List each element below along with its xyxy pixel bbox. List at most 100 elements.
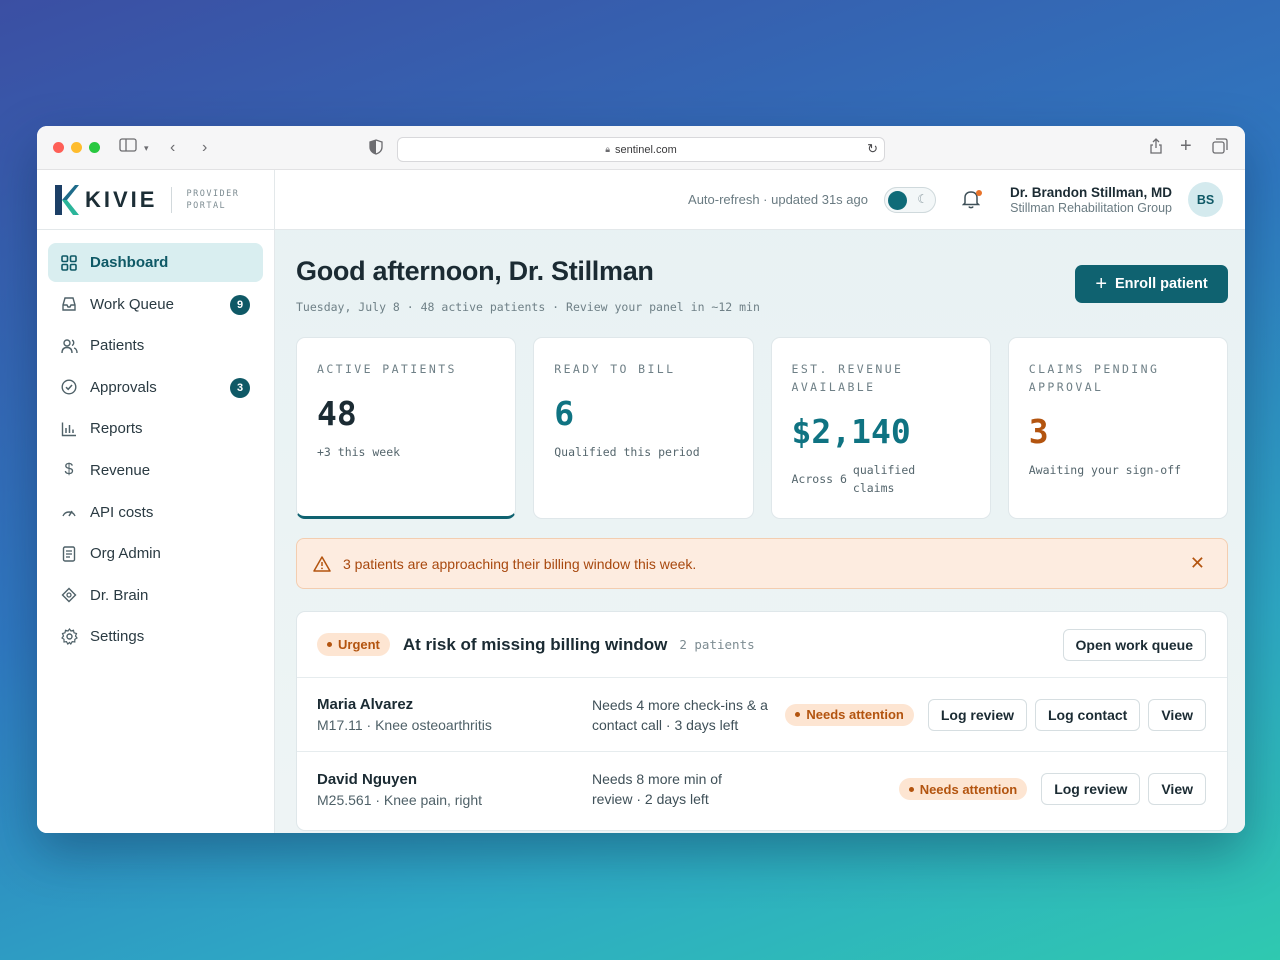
patient-name[interactable]: Maria Alvarez [317,696,492,713]
user-organization: Stillman Rehabilitation Group [1010,200,1172,215]
share-icon[interactable] [1149,138,1163,160]
sidebar-nav: Dashboard Work Queue 9 Patients Approval… [37,230,274,672]
log-review-button[interactable]: Log review [927,698,1027,731]
tabs-overview-icon[interactable] [1212,138,1228,160]
log-contact-button[interactable]: Log contact [1035,698,1141,731]
stat-note: Across 6 qualified claims [792,461,970,497]
toggle-knob [887,190,907,210]
stat-card-active-patients[interactable]: ACTIVE PATIENTS 48 +3 this week [296,337,517,519]
sidebar-item-api-costs[interactable]: API costs [48,493,263,532]
brand-header[interactable]: KIVIE PROVIDER PORTAL [37,170,274,230]
user-name: Dr. Brandon Stillman, MD [1009,184,1172,200]
log-review-button[interactable]: Log review [1041,773,1141,805]
stat-label: ACTIVE PATIENTS [317,362,457,376]
gauge-icon [60,503,78,521]
patient-name[interactable]: David Nguyen [317,771,482,788]
close-icon[interactable]: ✕ [1190,553,1205,574]
chevron-down-icon[interactable]: ▾ [144,138,149,158]
auto-refresh-status: Auto-refresh · updated 31s ago [688,192,868,207]
urgent-badge: Urgent [317,633,390,656]
inbox-icon [60,295,78,313]
stat-card-ready-to-bill[interactable]: READY TO BILL 6 Qualified this period [533,337,754,519]
sidebar-item-label: Approvals [90,378,157,396]
sidebar-item-dr-brain[interactable]: Dr. Brain [48,576,263,615]
stat-note-prefix: Across 6 [791,472,847,486]
brand-subtitle-line2: PORTAL [186,200,227,211]
sidebar-item-reports[interactable]: Reports [48,409,263,448]
shield-icon[interactable] [369,139,383,155]
stat-card-est-revenue[interactable]: EST. REVENUE AVAILABLE $2,140 Across 6 q… [770,337,991,519]
stat-label: READY TO BILL [554,362,676,376]
stat-value: $2,140 [791,412,911,451]
diamond-icon [60,586,78,604]
reload-icon[interactable]: ↻ [867,141,878,157]
at-risk-panel: Urgent At risk of missing billing window… [296,611,1228,831]
sidebar-item-settings[interactable]: Settings [48,617,263,656]
avatar[interactable]: BS [1188,182,1223,217]
sidebar-item-org-admin[interactable]: Org Admin [48,534,263,573]
browser-toolbar: ▾ ‹ › 🔒︎ sentinel.com ↻ + [37,126,1245,170]
minimize-window-button[interactable] [71,142,82,153]
back-icon[interactable]: ‹ [170,138,175,158]
url-text: sentinel.com [615,143,677,156]
document-icon [60,545,78,563]
table-row: David Nguyen M25.561 · Knee pain, right … [297,752,1227,826]
address-bar[interactable]: 🔒︎ sentinel.com ↻ [397,137,885,162]
theme-toggle[interactable]: ☾ [883,186,936,213]
alert-text: 3 patients are approaching their billing… [343,555,697,572]
row-actions: Needs attention Log review Log contact V… [785,698,1206,731]
row-actions: Needs attention Log review View [898,773,1206,805]
sidebar-item-label: Dr. Brain [90,586,149,604]
warning-icon [313,555,331,572]
billing-window-alert: 3 patients are approaching their billing… [296,538,1228,589]
page-title: Good afternoon, Dr. Stillman [296,256,654,286]
sidebar-toggle-icon[interactable] [119,138,137,158]
notifications-button[interactable] [961,189,982,211]
window-controls [53,142,100,153]
maximize-window-button[interactable] [89,142,100,153]
sidebar-item-work-queue[interactable]: Work Queue 9 [48,285,263,324]
urgent-badge-label: Urgent [338,637,380,652]
panel-header: Urgent At risk of missing billing window… [297,612,1227,678]
bar-chart-icon [60,420,78,438]
status-badge: Needs attention [785,703,914,726]
new-tab-icon[interactable]: + [1180,136,1192,156]
status-badge-label: Needs attention [806,707,904,722]
dollar-icon: $ [64,461,74,479]
stat-value: 3 [1028,412,1049,451]
users-icon [60,337,78,355]
stat-card-claims-pending[interactable]: CLAIMS PENDING APPROVAL 3 Awaiting your … [1007,337,1228,519]
close-window-button[interactable] [53,142,64,153]
forward-icon[interactable]: › [202,138,207,158]
sidebar: KIVIE PROVIDER PORTAL Dashboard Work Que… [37,170,275,833]
enroll-patient-label: Enroll patient [1115,276,1208,292]
panel-count: 2 patients [679,637,755,652]
stat-note: +3 this week [317,445,401,459]
sidebar-item-patients[interactable]: Patients [48,326,263,365]
sidebar-item-label: Work Queue [90,295,174,313]
open-work-queue-button[interactable]: Open work queue [1062,629,1206,661]
enroll-patient-button[interactable]: + Enroll patient [1075,265,1228,303]
patient-diagnosis: M25.561 · Knee pain, right [317,791,482,808]
table-row: Maria Alvarez M17.11 · Knee osteoarthrit… [297,678,1227,752]
patient-requirement: Needs 8 more min of review · 2 days left [592,771,722,807]
sidebar-item-dashboard[interactable]: Dashboard [48,243,263,282]
stat-note: Awaiting your sign-off [1028,463,1182,477]
stat-label: EST. REVENUE AVAILABLE [791,362,904,394]
check-circle-icon [60,378,78,396]
brand-subtitle: PROVIDER PORTAL [186,188,239,212]
sidebar-item-revenue[interactable]: $ Revenue [48,451,263,490]
app-shell: KIVIE PROVIDER PORTAL Dashboard Work Que… [37,170,1245,833]
stat-note-suffix: qualified claims [852,463,916,495]
lock-icon: 🔒︎ [605,144,611,154]
view-button[interactable]: View [1148,698,1206,731]
stats-row: ACTIVE PATIENTS 48 +3 this week READY TO… [296,337,1228,519]
sidebar-item-approvals[interactable]: Approvals 3 [48,368,263,407]
view-button[interactable]: View [1148,773,1206,805]
approvals-count-badge: 3 [230,377,250,398]
user-info[interactable]: Dr. Brandon Stillman, MD Stillman Rehabi… [1010,185,1172,215]
plus-icon: + [1095,273,1108,295]
patient-requirement: Needs 4 more check-ins & a contact call … [592,696,768,733]
moon-icon: ☾ [917,191,928,206]
main-area: Auto-refresh · updated 31s ago ☾ Dr. Bra… [275,170,1245,833]
